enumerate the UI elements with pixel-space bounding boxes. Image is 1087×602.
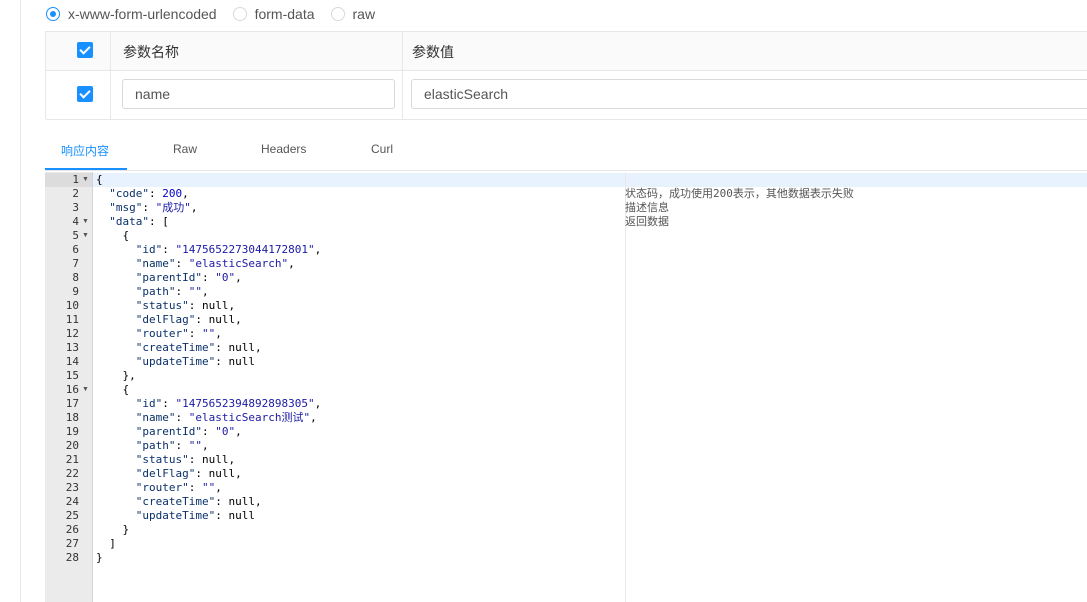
line-number: 22 bbox=[65, 467, 79, 480]
line-number: 19 bbox=[65, 425, 79, 438]
code-line: "path": "", bbox=[135, 439, 209, 452]
column-divider bbox=[110, 32, 111, 70]
line-number: 23 bbox=[65, 481, 79, 494]
code-line: "delFlag": null, bbox=[135, 467, 242, 480]
column-divider bbox=[110, 70, 111, 119]
field-description: 返回数据 bbox=[625, 215, 669, 228]
code-line: "code": 200, bbox=[109, 187, 189, 200]
line-number: 4 bbox=[72, 215, 79, 228]
line-number: 26 bbox=[65, 523, 79, 536]
fold-chevron-icon[interactable]: ▼ bbox=[82, 173, 89, 187]
column-divider bbox=[402, 70, 403, 119]
radio-label: x-www-form-urlencoded bbox=[68, 6, 217, 22]
tab-headers[interactable]: Headers bbox=[261, 142, 306, 156]
code-line: "msg": "成功", bbox=[109, 201, 198, 214]
line-number: 6 bbox=[72, 243, 79, 256]
code-line: { bbox=[96, 229, 130, 242]
line-number: 8 bbox=[72, 271, 79, 284]
line-number: 28 bbox=[65, 551, 79, 564]
line-number: 10 bbox=[65, 299, 79, 312]
comment-divider bbox=[625, 172, 626, 602]
fold-chevron-icon[interactable]: ▼ bbox=[82, 215, 89, 229]
code-line: "id": "1475652273044172801", bbox=[135, 243, 322, 256]
line-number: 13 bbox=[65, 341, 79, 354]
line-number: 21 bbox=[65, 453, 79, 466]
code-line: }, bbox=[96, 369, 136, 382]
line-number: 24 bbox=[65, 495, 79, 508]
code-line: "name": "elasticSearch测试", bbox=[135, 411, 317, 424]
code-line: "data": [ bbox=[109, 215, 169, 228]
radio-unchecked-icon[interactable] bbox=[232, 7, 247, 21]
tab-response-content[interactable]: 响应内容 bbox=[61, 142, 109, 159]
code-line: "status": null, bbox=[135, 299, 236, 312]
column-header-value: 参数值 bbox=[412, 44, 454, 60]
table-row: name elasticSearch bbox=[46, 70, 1087, 120]
line-number: 9 bbox=[72, 285, 79, 298]
code-line: "status": null, bbox=[135, 453, 236, 466]
column-divider bbox=[402, 32, 403, 70]
radio-urlencoded[interactable]: x-www-form-urlencoded bbox=[46, 6, 217, 22]
param-value-input[interactable]: elasticSearch bbox=[411, 79, 1087, 109]
code-line: } bbox=[96, 523, 130, 536]
left-border bbox=[20, 0, 21, 602]
column-header-name: 参数名称 bbox=[123, 44, 179, 60]
line-number: 5 bbox=[72, 229, 79, 242]
radio-form-data[interactable]: form-data bbox=[232, 6, 315, 22]
line-number: 14 bbox=[65, 355, 79, 368]
code-line: "createTime": null, bbox=[135, 495, 262, 508]
code-line: "id": "1475652394892898305", bbox=[135, 397, 322, 410]
code-line: "parentId": "0", bbox=[135, 271, 242, 284]
line-number: 2 bbox=[72, 187, 79, 200]
code-line: "name": "elasticSearch", bbox=[135, 257, 295, 270]
line-number: 7 bbox=[72, 257, 79, 270]
code-line: } bbox=[96, 551, 103, 564]
params-table-header: 参数名称 参数值 bbox=[46, 32, 1087, 71]
response-code-editor[interactable]: 1 ▼{2 "code": 200, 3 "msg": "成功", 4 ▼ "data"… bbox=[45, 172, 1087, 602]
line-number: 3 bbox=[72, 201, 79, 214]
line-number: 1 bbox=[72, 173, 79, 186]
code-line: "createTime": null, bbox=[135, 341, 262, 354]
radio-raw[interactable]: raw bbox=[330, 6, 376, 22]
radio-label: form-data bbox=[254, 6, 315, 22]
code-line: "updateTime": null bbox=[135, 355, 255, 368]
line-number: 16 bbox=[65, 383, 79, 396]
line-number: 11 bbox=[65, 313, 79, 326]
tab-raw[interactable]: Raw bbox=[173, 142, 197, 156]
select-all-checkbox[interactable] bbox=[77, 42, 93, 58]
param-name-input[interactable]: name bbox=[122, 79, 395, 109]
body-type-radio-group: x-www-form-urlencoded form-data raw bbox=[46, 4, 391, 24]
code-line: "delFlag": null, bbox=[135, 313, 242, 326]
line-number: 17 bbox=[65, 397, 79, 410]
code-line: "path": "", bbox=[135, 285, 209, 298]
radio-unchecked-icon[interactable] bbox=[330, 7, 345, 21]
code-line: { bbox=[96, 383, 130, 396]
code-line: "router": "", bbox=[135, 481, 222, 494]
line-number: 20 bbox=[65, 439, 79, 452]
field-description: 状态码，成功使用200表示，其他数据表示失败 bbox=[625, 187, 854, 200]
line-number: 15 bbox=[65, 369, 79, 382]
code-line: "parentId": "0", bbox=[135, 425, 242, 438]
row-checkbox[interactable] bbox=[77, 86, 93, 102]
params-table: 参数名称 参数值 name elasticSearch bbox=[45, 31, 1087, 120]
line-number: 27 bbox=[65, 537, 79, 550]
fold-chevron-icon[interactable]: ▼ bbox=[82, 229, 89, 243]
code-line: "updateTime": null bbox=[135, 509, 255, 522]
code-line: { bbox=[96, 173, 103, 186]
field-description: 描述信息 bbox=[625, 201, 669, 214]
tab-curl[interactable]: Curl bbox=[371, 142, 393, 156]
response-tabs: 响应内容 Raw Headers Curl bbox=[45, 133, 1087, 171]
code-line: ] bbox=[96, 537, 116, 550]
line-number: 12 bbox=[65, 327, 79, 340]
active-tab-indicator bbox=[45, 168, 127, 170]
radio-checked-icon[interactable] bbox=[46, 7, 60, 21]
code-line: "router": "", bbox=[135, 327, 222, 340]
line-number: 18 bbox=[65, 411, 79, 424]
active-line-highlight bbox=[93, 173, 1087, 187]
radio-label: raw bbox=[352, 6, 376, 22]
line-number: 25 bbox=[65, 509, 79, 522]
fold-chevron-icon[interactable]: ▼ bbox=[82, 383, 89, 397]
